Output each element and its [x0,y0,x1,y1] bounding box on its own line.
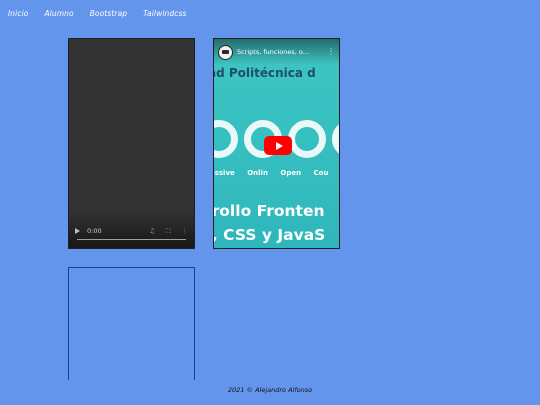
mooc-ring-4 [332,120,339,158]
youtube-play-button[interactable] [264,136,292,155]
youtube-banner-tags: assive Onlin Open Cou [214,169,338,177]
channel-avatar[interactable] [218,44,233,60]
video-controls: 0:00 ♫ ⛶ ⋮ [69,224,194,238]
video-progress-bar[interactable] [77,238,186,240]
youtube-banner-line3: ., CSS y JavaS [213,226,326,244]
video-player[interactable]: 0:00 ♫ ⛶ ⋮ [68,38,195,249]
youtube-banner-line2: rrollo Fronten [213,202,325,220]
play-icon [275,141,283,150]
banner-tag: Onlin [247,169,268,177]
youtube-banner-line1: ad Politécnica d [213,66,316,80]
fullscreen-icon[interactable]: ⛶ [166,227,171,236]
banner-tag: Cou [313,169,329,177]
video-time: 0:00 [87,227,102,235]
more-icon[interactable]: ⋮ [182,227,189,235]
youtube-embed[interactable]: ad Politécnica d assive Onlin Open Cou r… [213,38,340,249]
volume-icon[interactable]: ♫ [149,227,155,235]
youtube-video-title[interactable]: Scripts, funciones, o... [237,48,324,56]
banner-tag: assive [214,169,235,177]
nav-link-bootstrap[interactable]: Bootstrap [90,9,127,18]
more-options-icon[interactable]: ⋮ [327,48,335,56]
nav-link-alumno[interactable]: Alumno [44,9,73,18]
banner-tag: Open [280,169,302,177]
nav-link-tailwindcss[interactable]: Tailwindcss [143,9,186,18]
youtube-title-bar: Scripts, funciones, o... ⋮ [214,39,339,65]
footer-copyright: 2021 © Alejandro Alfonso [227,386,313,394]
mooc-ring-3 [288,120,326,158]
mooc-ring-1 [214,120,238,158]
empty-embed-frame [68,267,195,380]
play-icon[interactable] [75,228,80,234]
nav-link-inicio[interactable]: Inicio [8,9,28,18]
top-nav: Inicio Alumno Bootstrap Tailwindcss [0,0,540,26]
